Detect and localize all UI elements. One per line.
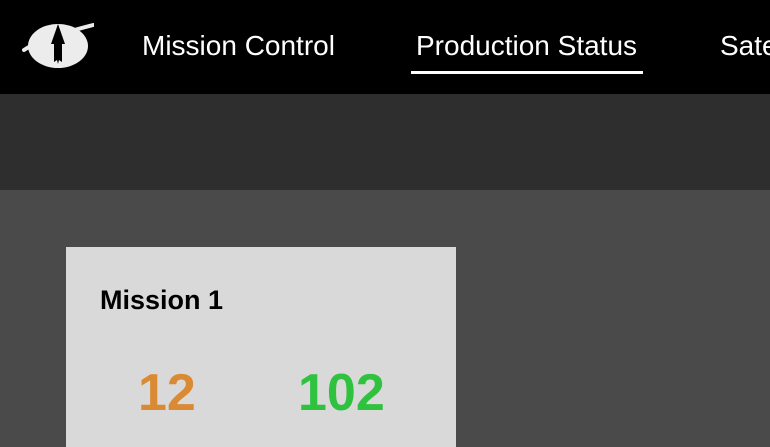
rocket-planet-icon[interactable] [22,16,95,74]
sub-header-bar [0,94,770,190]
nav-item-mission-control[interactable]: Mission Control [142,28,335,68]
top-navigation-bar: Mission Control Production Status Satell… [0,0,770,94]
mission-card-title: Mission 1 [100,285,224,315]
mission-stat-orange: 12 [138,364,196,422]
nav-item-production-status[interactable]: Production Status [410,28,644,74]
mission-stat-green: 102 [298,364,385,422]
mission-card[interactable]: Mission 1 12 102 [66,247,456,447]
nav-item-satellites[interactable]: Satellites [720,28,770,68]
